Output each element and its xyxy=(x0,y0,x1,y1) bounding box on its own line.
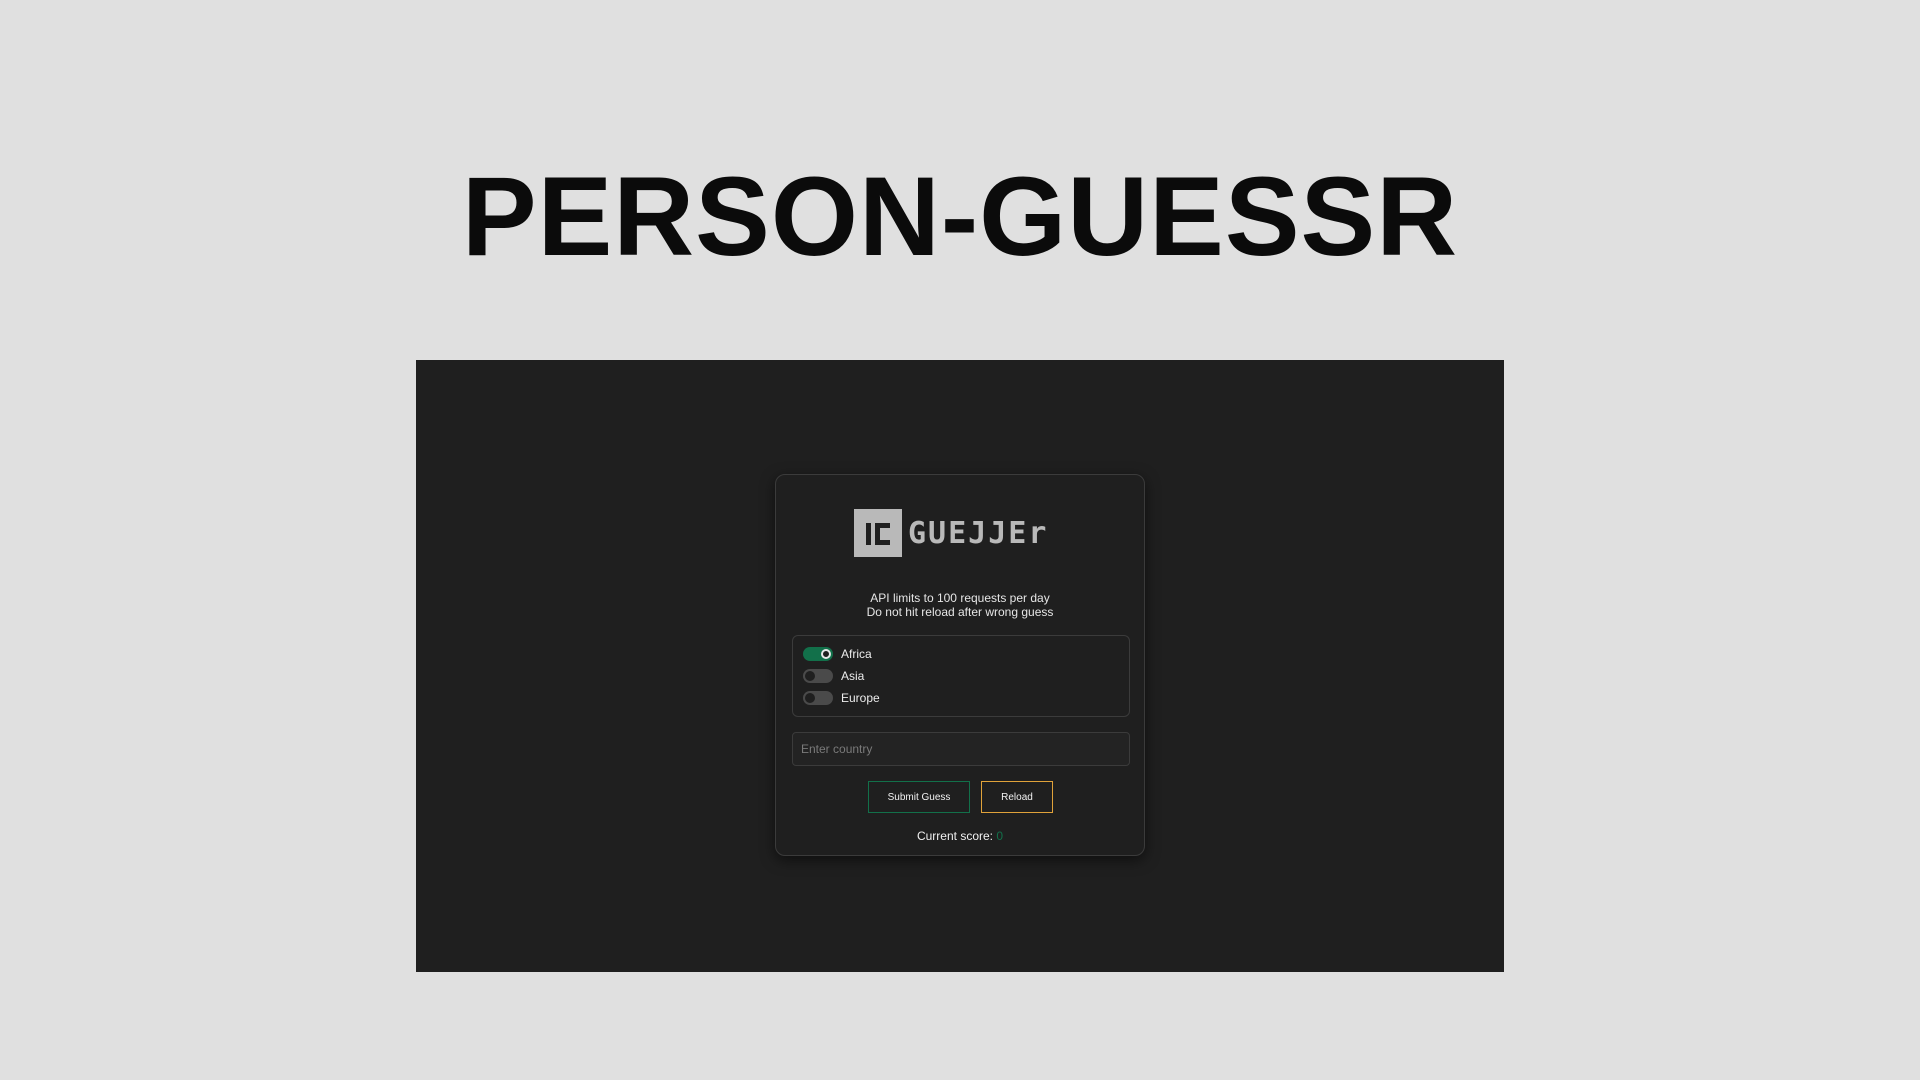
region-label: Asia xyxy=(841,669,865,683)
submit-guess-button[interactable]: Submit Guess xyxy=(868,781,970,813)
notice-line-1: API limits to 100 requests per day xyxy=(870,591,1050,605)
score-display: Current score: 0 xyxy=(776,829,1144,843)
country-input[interactable] xyxy=(792,732,1130,766)
api-notice: API limits to 100 requests per day Do no… xyxy=(776,591,1144,619)
region-label: Africa xyxy=(841,647,872,661)
score-value: 0 xyxy=(996,829,1004,843)
reload-button[interactable]: Reload xyxy=(981,781,1053,813)
page-title: PERSON-GUESSR xyxy=(461,154,1459,279)
logo-mark-icon xyxy=(854,509,902,557)
game-card: GUEJJEr API limits to 100 requests per d… xyxy=(775,474,1145,856)
app-screenshot: GUEJJEr API limits to 100 requests per d… xyxy=(416,360,1504,972)
africa-toggle[interactable] xyxy=(803,647,833,661)
asia-toggle[interactable] xyxy=(803,669,833,683)
region-toggles: Africa Asia Europe xyxy=(792,635,1130,717)
guessr-logo: GUEJJEr xyxy=(854,509,1048,557)
europe-toggle[interactable] xyxy=(803,691,833,705)
region-europe[interactable]: Europe xyxy=(803,690,880,706)
logo-wordmark: GUEJJEr xyxy=(908,515,1049,551)
notice-line-2: Do not hit reload after wrong guess xyxy=(866,605,1054,619)
region-asia[interactable]: Asia xyxy=(803,668,864,684)
score-label: Current score: xyxy=(916,829,993,843)
region-label: Europe xyxy=(841,691,880,705)
region-africa[interactable]: Africa xyxy=(803,646,872,662)
